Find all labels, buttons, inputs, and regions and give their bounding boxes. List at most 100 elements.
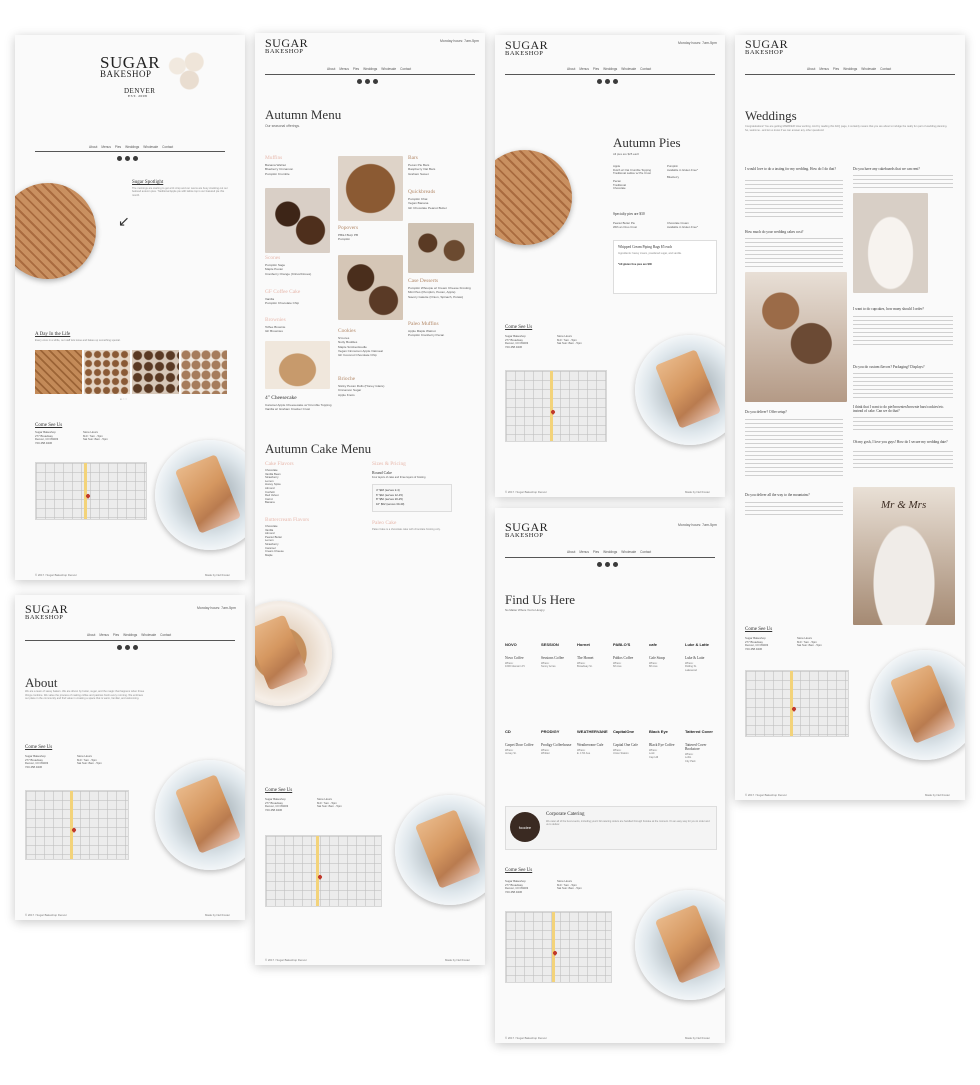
foodee-logo[interactable]: foodee xyxy=(510,812,540,842)
partner-logo[interactable]: CD xyxy=(505,723,539,739)
find-map[interactable] xyxy=(505,911,612,983)
nav-wholesale[interactable]: Wholesale xyxy=(861,67,876,71)
partner-cafe[interactable]: Black Eye Black Eye Coffee Where: LoHi Cap… xyxy=(649,723,683,759)
nav-menus[interactable]: Menus xyxy=(101,145,111,149)
instagram-icon[interactable] xyxy=(125,645,130,650)
weddings-map[interactable] xyxy=(745,670,849,737)
partner-cafe[interactable]: WEATHERVANE Weathervane Cafe Where: E. 17t… xyxy=(577,723,611,756)
partner-cafe[interactable]: cafe Cafe Stoop Where: 8th Ave xyxy=(649,636,683,669)
nav-weddings[interactable]: Weddings xyxy=(603,550,617,554)
nav-pies[interactable]: Pies xyxy=(115,145,121,149)
partner-cafe[interactable]: CapitalOne Capital One Cafe Where: Union S… xyxy=(613,723,647,756)
facebook-icon[interactable] xyxy=(117,645,122,650)
twitter-icon[interactable] xyxy=(613,79,618,84)
partner-cafe[interactable]: Luke & Latte Luke & Latte Where: Rolling S… xyxy=(685,636,719,672)
gallery-dots[interactable]: ● ○ ○ xyxy=(120,397,127,401)
nav-contact[interactable]: Contact xyxy=(880,67,891,71)
about-logo[interactable]: SUGAR BAKESHOP xyxy=(25,603,68,621)
nav-wholesale[interactable]: Wholesale xyxy=(621,550,636,554)
partner-logo[interactable]: Tattered Cover xyxy=(685,723,719,739)
partner-cafe[interactable]: CD Carpet Door Coffee Where: Jersey St. xyxy=(505,723,539,756)
facebook-icon[interactable] xyxy=(597,79,602,84)
instagram-icon[interactable] xyxy=(605,562,610,567)
pies-footer-credit[interactable]: Made by Nell Foster xyxy=(685,490,710,494)
pies-map[interactable] xyxy=(505,370,607,442)
nav-about[interactable]: About xyxy=(89,145,97,149)
instagram-icon[interactable] xyxy=(365,79,370,84)
nav-about[interactable]: About xyxy=(327,67,335,71)
twitter-icon[interactable] xyxy=(133,156,138,161)
nav-menus[interactable]: Menus xyxy=(339,67,349,71)
partner-logo[interactable]: NOVO xyxy=(505,636,539,652)
weddings-footer-credit[interactable]: Made by Nell Foster xyxy=(925,793,950,797)
nav-wholesale[interactable]: Wholesale xyxy=(621,67,636,71)
weddings-logo[interactable]: SUGAR BAKESHOP xyxy=(745,38,788,56)
pies-logo[interactable]: SUGAR BAKESHOP xyxy=(505,39,548,57)
twitter-icon[interactable] xyxy=(613,562,618,567)
nav-wholesale[interactable]: Wholesale xyxy=(143,145,158,149)
nav-weddings[interactable]: Weddings xyxy=(125,145,139,149)
nav-contact[interactable]: Contact xyxy=(640,67,651,71)
instagram-icon[interactable] xyxy=(125,156,130,161)
nav-about[interactable]: About xyxy=(567,67,575,71)
twitter-icon[interactable] xyxy=(133,645,138,650)
partner-logo[interactable]: Luke & Latte xyxy=(685,636,719,652)
instagram-icon[interactable] xyxy=(605,79,610,84)
home-logo[interactable]: SUGAR BAKESHOP DENVER EST. 2008 xyxy=(100,54,160,98)
partner-logo[interactable]: CapitalOne xyxy=(613,723,647,739)
partner-logo[interactable]: Black Eye xyxy=(649,723,683,739)
twitter-icon[interactable] xyxy=(373,79,378,84)
nav-contact[interactable]: Contact xyxy=(160,633,171,637)
gallery-photo[interactable] xyxy=(83,350,130,394)
nav-weddings[interactable]: Weddings xyxy=(123,633,137,637)
gallery-photo[interactable] xyxy=(180,350,227,394)
nav-wholesale[interactable]: Wholesale xyxy=(381,67,396,71)
menu-map[interactable] xyxy=(265,835,382,907)
nav-pies[interactable]: Pies xyxy=(593,550,599,554)
nav-about[interactable]: About xyxy=(807,67,815,71)
partner-cafe[interactable]: Tattered Cover Tattered Cover Bookstore Wh… xyxy=(685,723,719,763)
find-footer-credit[interactable]: Made by Nell Foster xyxy=(685,1036,710,1040)
nav-weddings[interactable]: Weddings xyxy=(603,67,617,71)
nav-menus[interactable]: Menus xyxy=(99,633,109,637)
nav-wholesale[interactable]: Wholesale xyxy=(141,633,156,637)
partner-logo[interactable]: PABLO'S xyxy=(613,636,647,652)
nav-menus[interactable]: Menus xyxy=(579,67,589,71)
nav-about[interactable]: About xyxy=(567,550,575,554)
partner-logo[interactable]: SESSION xyxy=(541,636,575,652)
nav-contact[interactable]: Contact xyxy=(640,550,651,554)
nav-weddings[interactable]: Weddings xyxy=(843,67,857,71)
nav-pies[interactable]: Pies xyxy=(833,67,839,71)
facebook-icon[interactable] xyxy=(117,156,122,161)
nav-contact[interactable]: Contact xyxy=(162,145,173,149)
nav-about[interactable]: About xyxy=(87,633,95,637)
nav-pies[interactable]: Pies xyxy=(353,67,359,71)
menu-footer-credit[interactable]: Made by Nell Foster xyxy=(445,958,470,962)
partner-cafe[interactable]: SESSION Sessions Coffee Where: Sunny Acres xyxy=(541,636,575,669)
partner-logo[interactable]: Hornet xyxy=(577,636,611,652)
facebook-icon[interactable] xyxy=(597,562,602,567)
partner-logo[interactable]: WEATHERVANE xyxy=(577,723,611,739)
nav-menus[interactable]: Menus xyxy=(579,550,589,554)
footer-credit[interactable]: Made by Nell Foster xyxy=(205,573,230,577)
menu-logo[interactable]: SUGAR BAKESHOP xyxy=(265,37,308,55)
partner-cafe[interactable]: PRODIGY Prodigy Coffeehouse Where: Whittie… xyxy=(541,723,575,756)
partner-cafe[interactable]: NOVO Novo Coffee Where: 1600 Glenarm Pl. xyxy=(505,636,539,669)
facebook-icon[interactable] xyxy=(357,79,362,84)
nav-pies[interactable]: Pies xyxy=(113,633,119,637)
nav-menus[interactable]: Menus xyxy=(819,67,829,71)
partner-cafe[interactable]: Hornet The Hornet Where: Broadway St. xyxy=(577,636,611,669)
find-logo[interactable]: SUGAR BAKESHOP xyxy=(505,521,548,539)
location-map[interactable] xyxy=(35,462,147,520)
faq-q7: Do you do custom flavors? Packaging? Dis… xyxy=(853,365,925,369)
nav-contact[interactable]: Contact xyxy=(400,67,411,71)
partner-cafe[interactable]: PABLO'S Pablos Coffee Where: 6th Ave xyxy=(613,636,647,669)
nav-weddings[interactable]: Weddings xyxy=(363,67,377,71)
partner-logo[interactable]: cafe xyxy=(649,636,683,652)
gallery-photo[interactable] xyxy=(35,350,82,394)
partner-logo[interactable]: PRODIGY xyxy=(541,723,575,739)
about-footer-credit[interactable]: Made by Nell Foster xyxy=(205,913,230,917)
about-map[interactable] xyxy=(25,790,129,860)
nav-pies[interactable]: Pies xyxy=(593,67,599,71)
gallery-photo[interactable] xyxy=(132,350,179,394)
